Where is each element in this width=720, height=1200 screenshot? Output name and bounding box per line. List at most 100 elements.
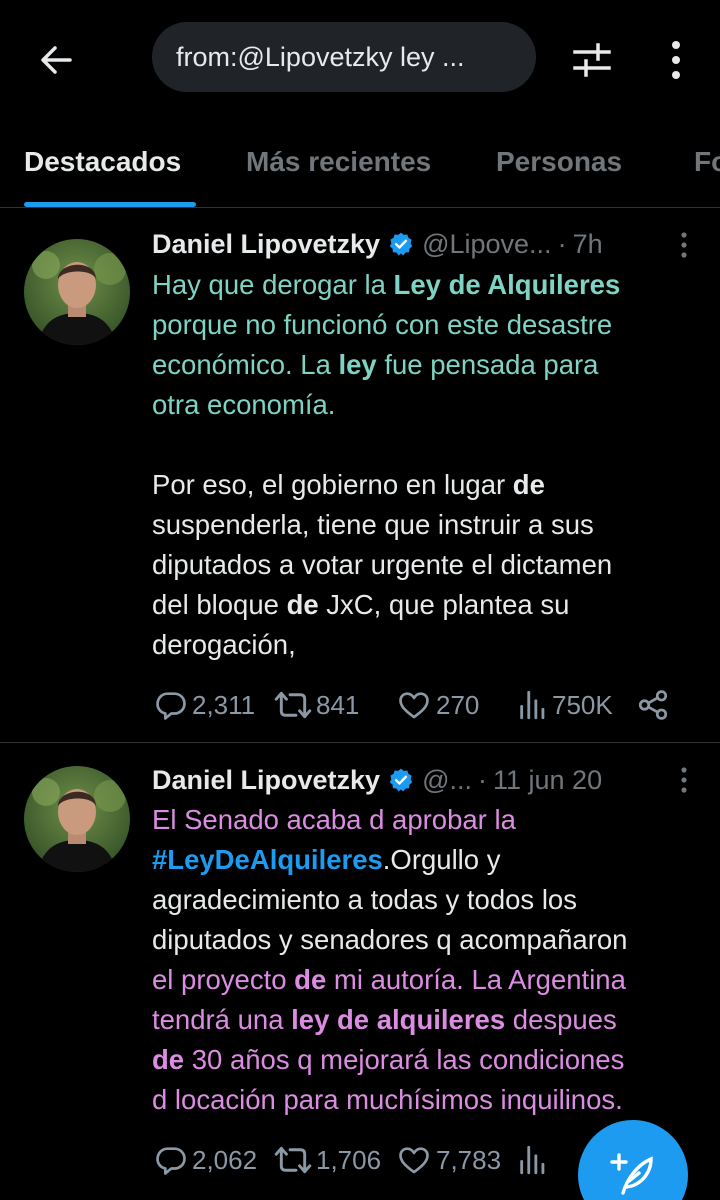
tweet-text-line: del bloque de JxC, que plantea su: [152, 585, 692, 625]
tweet-text-segment: .Orgullo y: [382, 844, 501, 875]
active-tab-indicator: [24, 202, 196, 207]
tweet-text-segment: del bloque: [152, 589, 287, 620]
hashtag-link[interactable]: #LeyDeAlquileres: [152, 844, 383, 875]
tweet-text-line: económico. La ley fue pensada para: [152, 345, 692, 385]
tweet-text-line: otra economía.: [152, 385, 692, 425]
retweet-icon: [274, 1146, 312, 1174]
more-vertical-icon: [681, 232, 687, 258]
share-button[interactable]: [636, 683, 674, 727]
tweet-text-segment: fue pensada para: [376, 349, 599, 380]
tweet-text-segment: diputados y senadores q acompañaron: [152, 924, 628, 955]
reply-count: 2,311: [192, 689, 256, 720]
verified-badge-icon: [389, 768, 413, 792]
tweet-text-line: d locación para muchísimos inquilinos.: [152, 1080, 692, 1120]
more-options-button[interactable]: [652, 34, 700, 86]
tweet-text-line: diputados a votar urgente el dictamen: [152, 545, 692, 585]
tweet-actions: 2,311 841 270 750K: [152, 683, 692, 727]
author-handle[interactable]: @Lipove...: [422, 229, 551, 260]
retweet-button[interactable]: 841: [274, 683, 359, 727]
tweet-text-segment: diputados a votar urgente el dictamen: [152, 549, 613, 580]
retweet-button[interactable]: 1,706: [274, 1138, 381, 1182]
tweet-text-segment: tendrá una: [152, 1004, 292, 1035]
tab-fotos[interactable]: Fo: [694, 146, 720, 178]
tweet-text-line: agradecimiento a todas y todos los: [152, 880, 692, 920]
author-handle[interactable]: @...: [422, 765, 472, 796]
tab-destacados[interactable]: Destacados: [24, 146, 181, 178]
tab-personas[interactable]: Personas: [496, 146, 622, 178]
tweet-time[interactable]: 11 jun 20: [493, 765, 602, 796]
like-button[interactable]: 7,783: [396, 1138, 501, 1182]
like-icon: [399, 1147, 429, 1174]
tweet-time[interactable]: 7h: [573, 229, 603, 260]
author-name[interactable]: Daniel Lipovetzky: [152, 229, 380, 260]
tweet-header: Daniel Lipovetzky @Lipove... · 7h: [152, 224, 700, 264]
tweet-text: El Senado acaba d aprobar la #LeyDeAlquil…: [152, 800, 692, 1120]
tweet-text-line: [152, 425, 692, 465]
reply-count: 2,062: [192, 1144, 258, 1175]
views-button[interactable]: 750K: [518, 683, 613, 727]
avatar[interactable]: [24, 239, 130, 345]
tweet-text-segment: 30 años q mejorará las condiciones: [184, 1044, 625, 1075]
tweet-text-segment: suspenderla, tiene que instruir a sus: [152, 509, 594, 540]
tweet[interactable]: Daniel Lipovetzky @Lipove... · 7h Hay qu…: [0, 209, 720, 743]
views-icon: [520, 1145, 545, 1175]
avatar[interactable]: [24, 766, 130, 872]
tweet-text-segment: de: [286, 589, 319, 620]
compose-icon: [610, 1153, 653, 1195]
retweet-count: 1,706: [316, 1144, 382, 1175]
tweet-text-segment: Ley de Alquileres: [393, 269, 621, 300]
tweet-text-line: derogación,: [152, 625, 692, 665]
tweet-text-line: suspenderla, tiene que instruir a sus: [152, 505, 692, 545]
share-icon: [638, 690, 668, 720]
more-vertical-icon: [681, 767, 687, 793]
tweet-text-segment: Por eso, el gobierno en lugar: [152, 469, 513, 500]
tweet-text-segment: El Senado acaba d aprobar la: [152, 804, 516, 835]
search-filters-button[interactable]: [566, 34, 618, 86]
tweet-text-line: #LeyDeAlquileres.Orgullo y: [152, 840, 692, 880]
reply-icon: [156, 1147, 186, 1175]
reply-button[interactable]: 2,311: [154, 683, 255, 727]
like-count: 7,783: [436, 1144, 502, 1175]
retweet-count: 841: [316, 689, 360, 720]
like-count: 270: [436, 689, 480, 720]
retweet-icon: [274, 691, 312, 719]
tweet-text-segment: mi autoría. La Argentina: [326, 964, 626, 995]
tweet-text-line: Hay que derogar la Ley de Alquileres: [152, 265, 692, 305]
reply-icon: [156, 692, 186, 720]
tweet-text-segment: derogación,: [152, 629, 296, 660]
tweet-header: Daniel Lipovetzky @... · 11 jun 20: [152, 760, 700, 800]
search-input[interactable]: from:@Lipovetzky ley ...: [152, 22, 536, 92]
more-vertical-icon: [672, 41, 680, 79]
like-icon: [399, 692, 429, 719]
tweet-text-segment: despues: [505, 1004, 617, 1035]
tweet-text-segment: el proyecto: [152, 964, 295, 995]
tweet-text-segment: de: [152, 1044, 185, 1075]
tweet-text-segment: porque no funcionó con este desastre: [152, 309, 613, 340]
author-name[interactable]: Daniel Lipovetzky: [152, 765, 380, 796]
tweet-text-segment: d locación para muchísimos inquilinos.: [152, 1084, 623, 1115]
tweet-text: Hay que derogar la Ley de Alquileres porq…: [152, 265, 692, 665]
tweet-text-line: diputados y senadores q acompañaron: [152, 920, 692, 960]
tweet-text-segment: ley de alquileres: [291, 1004, 506, 1035]
like-button[interactable]: 270: [396, 683, 479, 727]
tweet-text-line: el proyecto de mi autoría. La Argentina: [152, 960, 692, 1000]
tweet-options-button[interactable]: [674, 760, 694, 800]
views-button[interactable]: [518, 1138, 552, 1182]
filter-sliders-icon: [573, 43, 611, 77]
back-arrow-icon: [41, 46, 72, 74]
verified-badge-icon: [389, 232, 413, 256]
back-button[interactable]: [30, 34, 82, 86]
reply-button[interactable]: 2,062: [154, 1138, 257, 1182]
tab-mas-recientes[interactable]: Más recientes: [246, 146, 431, 178]
tweet-options-button[interactable]: [674, 225, 694, 265]
tweet-text-line: de 30 años q mejorará las condiciones: [152, 1040, 692, 1080]
tweet-text-segment: JxC, que plantea su: [318, 589, 570, 620]
views-icon: [520, 690, 545, 720]
tweet-text-segment: otra economía.: [152, 389, 336, 420]
separator-dot: ·: [478, 764, 487, 795]
tweet-text-segment: agradecimiento a todas y todos los: [152, 884, 577, 915]
tweet-text-line: tendrá una ley de alquileres despues: [152, 1000, 692, 1040]
tweet-text-line: Por eso, el gobierno en lugar de: [152, 465, 692, 505]
search-tabs: Destacados Más recientes Personas Fo: [0, 118, 720, 208]
tweet-text-line: El Senado acaba d aprobar la: [152, 800, 692, 840]
